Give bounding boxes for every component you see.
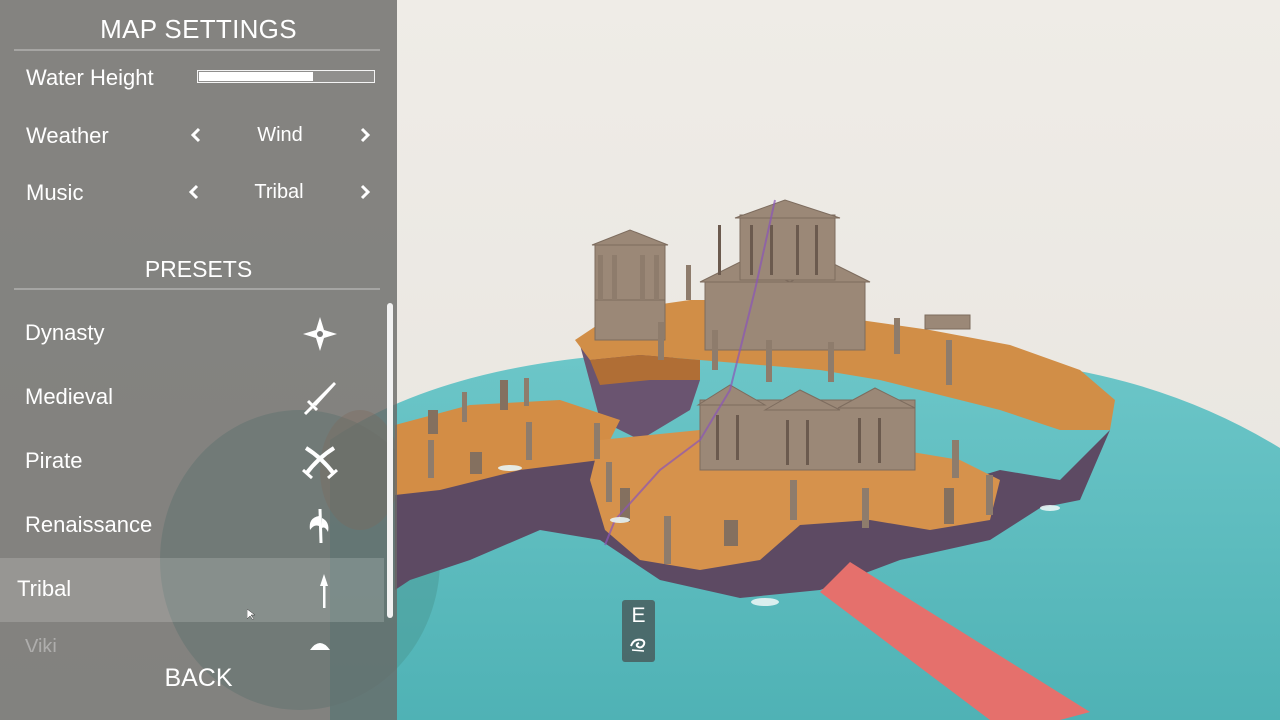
preset-tribal[interactable]: Tribal	[0, 558, 384, 622]
music-prev-button[interactable]	[183, 181, 205, 203]
preset-label: Renaissance	[25, 512, 153, 537]
weather-value: Wind	[257, 124, 303, 146]
chevron-right-icon	[360, 127, 371, 143]
sword-icon	[303, 382, 336, 416]
preset-renaissance[interactable]: Renaissance	[0, 494, 384, 558]
weather-next-button[interactable]	[354, 124, 376, 146]
weather-label: Weather	[26, 123, 109, 148]
preset-medieval[interactable]: Medieval	[0, 366, 384, 430]
chevron-left-icon	[190, 127, 201, 143]
interact-key-prompt: E	[622, 600, 655, 662]
halberd-icon	[309, 508, 329, 544]
key-label: E	[631, 604, 646, 627]
panel-title: MAP SETTINGS	[100, 14, 297, 44]
water-height-fill	[199, 72, 314, 81]
music-next-button[interactable]	[354, 181, 376, 203]
crossed-sabres-icon	[302, 446, 338, 480]
music-value: Tribal	[254, 181, 304, 203]
chevron-left-icon	[188, 184, 199, 200]
swirl-icon	[630, 638, 646, 652]
mouse-cursor-icon	[247, 609, 255, 621]
viking-helmet-icon	[310, 643, 330, 650]
preset-list[interactable]: Dynasty Medieval Pirate Renaissance Trib…	[0, 302, 388, 652]
preset-scrollbar[interactable]	[387, 303, 393, 618]
shuriken-icon	[303, 317, 337, 351]
preset-label: Viki	[25, 636, 57, 652]
divider	[14, 49, 380, 51]
preset-viki[interactable]: Viki	[0, 622, 384, 652]
preset-label: Medieval	[25, 384, 114, 409]
water-height-slider[interactable]	[197, 70, 375, 83]
back-button[interactable]: BACK	[0, 664, 397, 693]
divider	[14, 288, 380, 290]
preset-label: Pirate	[25, 448, 83, 473]
weather-prev-button[interactable]	[185, 124, 207, 146]
preset-dynasty[interactable]: Dynasty	[0, 302, 384, 366]
music-label: Music	[26, 180, 84, 205]
presets-title: PRESETS	[144, 256, 253, 282]
preset-pirate[interactable]: Pirate	[0, 430, 384, 494]
preset-label: Tribal	[17, 576, 72, 601]
chevron-right-icon	[360, 184, 371, 200]
water-height-label: Water Height	[26, 65, 154, 90]
map-settings-panel: MAP SETTINGS Water Height Weather Wind M…	[0, 0, 397, 720]
preset-label: Dynasty	[25, 320, 105, 345]
spear-icon	[320, 574, 328, 608]
